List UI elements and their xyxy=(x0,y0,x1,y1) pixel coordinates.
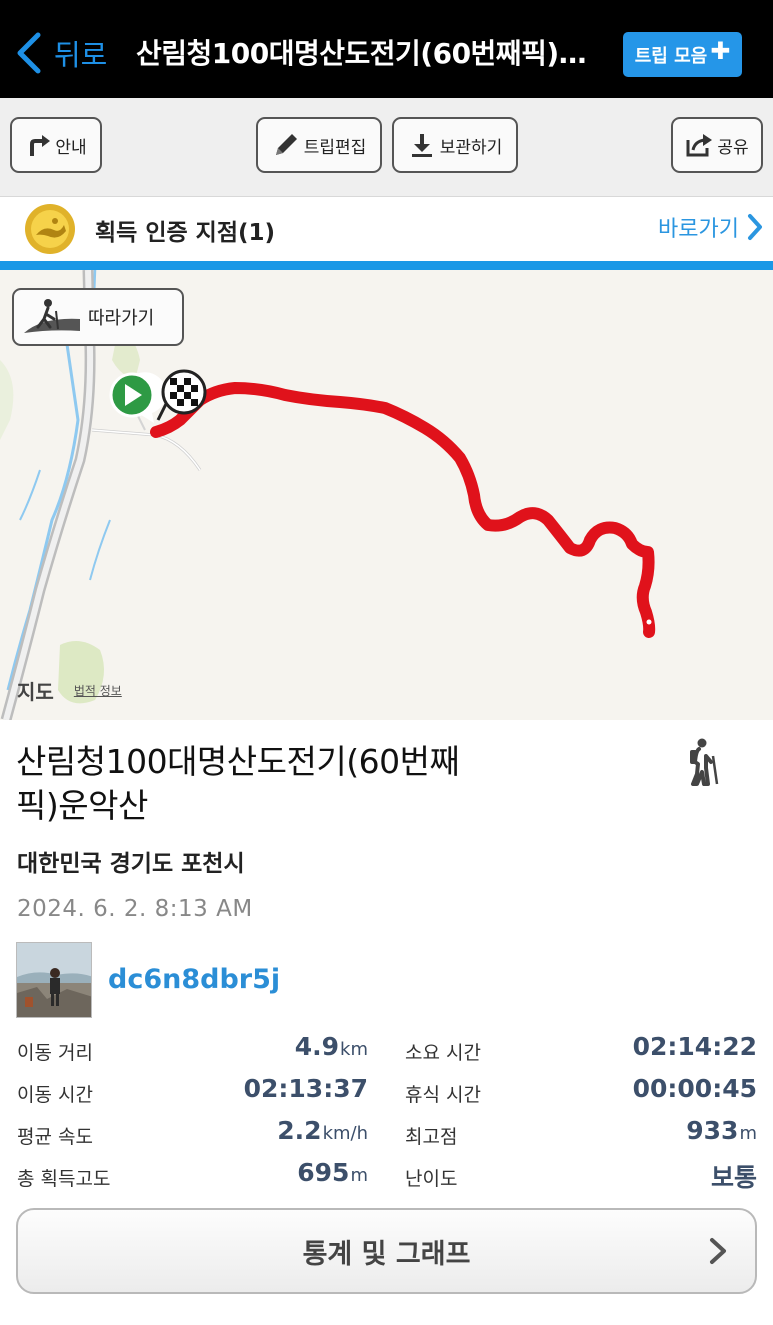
stat-row: 이동 거리 4.9km 소요 시간 02:14:22 xyxy=(0,1030,773,1072)
back-button[interactable]: 뒤로 xyxy=(14,30,107,76)
go-to-label: 바로가기 xyxy=(658,217,739,242)
map-attribution: 지도 법적 정보 xyxy=(17,676,122,705)
trip-location: 대한민국 경기도 포천시 xyxy=(17,851,245,877)
trip-edit-label: 트립편집 xyxy=(303,137,367,158)
username-link[interactable]: dc6n8dbr5j xyxy=(108,964,280,995)
stats-graph-label: 통계 및 그래프 xyxy=(302,1238,471,1270)
distance-value: 4.9km xyxy=(294,1032,368,1061)
trip-collection-label: 트립 모음 xyxy=(634,45,708,67)
rest-time-label: 휴식 시간 xyxy=(405,1084,481,1106)
share-label: 공유 xyxy=(717,137,749,158)
chevron-left-icon xyxy=(17,32,41,74)
chevron-right-icon xyxy=(748,214,762,240)
certification-title: 획득 인증 지점(1) xyxy=(95,220,276,246)
follow-label: 따라가기 xyxy=(88,308,155,329)
total-ascent-value: 695m xyxy=(297,1158,368,1187)
moving-time-value: 02:13:37 xyxy=(243,1074,368,1103)
navigation-bar: 뒤로 산림청100대명산도전기(60번째픽)운악산 트립 모음 ✚ xyxy=(0,0,773,98)
rest-time-value: 00:00:45 xyxy=(632,1074,757,1103)
hiking-icon xyxy=(690,738,719,786)
share-button[interactable]: 공유 xyxy=(671,117,763,173)
medal-icon xyxy=(25,204,75,254)
total-ascent-label: 총 획득고도 xyxy=(17,1168,111,1190)
max-elevation-value: 933m xyxy=(686,1116,757,1145)
chevron-right-icon xyxy=(710,1238,726,1264)
avatar-photo xyxy=(17,943,91,1017)
hiker-follow-icon xyxy=(24,299,80,333)
trip-collection-button[interactable]: 트립 모음 ✚ xyxy=(623,32,742,77)
divider-bar xyxy=(0,261,773,270)
legal-info-link[interactable]: 법적 정보 xyxy=(74,682,122,699)
distance-label: 이동 거리 xyxy=(17,1042,93,1064)
toolbar: 안내 트립편집 보관하기 공유 xyxy=(0,98,773,197)
certification-row[interactable]: 획득 인증 지점(1) 바로가기 xyxy=(0,197,773,261)
guide-label: 안내 xyxy=(55,137,87,158)
route-map[interactable]: 따라가기 지도 법적 정보 xyxy=(0,270,773,720)
back-label: 뒤로 xyxy=(54,38,108,72)
max-elevation-label: 최고점 xyxy=(405,1126,458,1148)
turn-right-icon xyxy=(30,135,51,156)
stat-row: 이동 시간 02:13:37 휴식 시간 00:00:45 xyxy=(0,1072,773,1114)
pencil-icon xyxy=(275,134,297,155)
guide-button[interactable]: 안내 xyxy=(10,117,102,173)
avg-speed-label: 평균 속도 xyxy=(17,1126,93,1148)
plus-icon: ✚ xyxy=(710,36,731,65)
total-time-label: 소요 시간 xyxy=(405,1042,481,1064)
trip-datetime: 2024. 6. 2. 8:13 AM xyxy=(17,896,253,922)
avatar[interactable] xyxy=(16,942,92,1018)
stat-row: 평균 속도 2.2km/h 최고점 933m xyxy=(0,1114,773,1156)
avg-speed-value: 2.2km/h xyxy=(277,1116,368,1145)
moving-time-label: 이동 시간 xyxy=(17,1084,93,1106)
save-label: 보관하기 xyxy=(439,137,503,158)
page-title: 산림청100대명산도전기(60번째픽)운악산 xyxy=(136,37,604,70)
difficulty-value: 보통 xyxy=(710,1163,757,1192)
trip-title: 산림청100대명산도전기(60번째픽)운악산 xyxy=(16,742,460,825)
stat-row: 총 획득고도 695m 난이도 보통 xyxy=(0,1156,773,1198)
difficulty-label: 난이도 xyxy=(405,1168,458,1190)
stats-graph-button[interactable]: 통계 및 그래프 xyxy=(16,1208,757,1294)
go-to-link[interactable]: 바로가기 xyxy=(658,211,763,243)
download-icon xyxy=(411,134,432,157)
total-time-value: 02:14:22 xyxy=(632,1032,757,1061)
share-icon xyxy=(686,134,713,157)
trip-edit-button[interactable]: 트립편집 xyxy=(256,117,382,173)
follow-button[interactable]: 따라가기 xyxy=(12,288,184,346)
map-provider-label: 지도 xyxy=(17,680,54,704)
save-button[interactable]: 보관하기 xyxy=(392,117,518,173)
